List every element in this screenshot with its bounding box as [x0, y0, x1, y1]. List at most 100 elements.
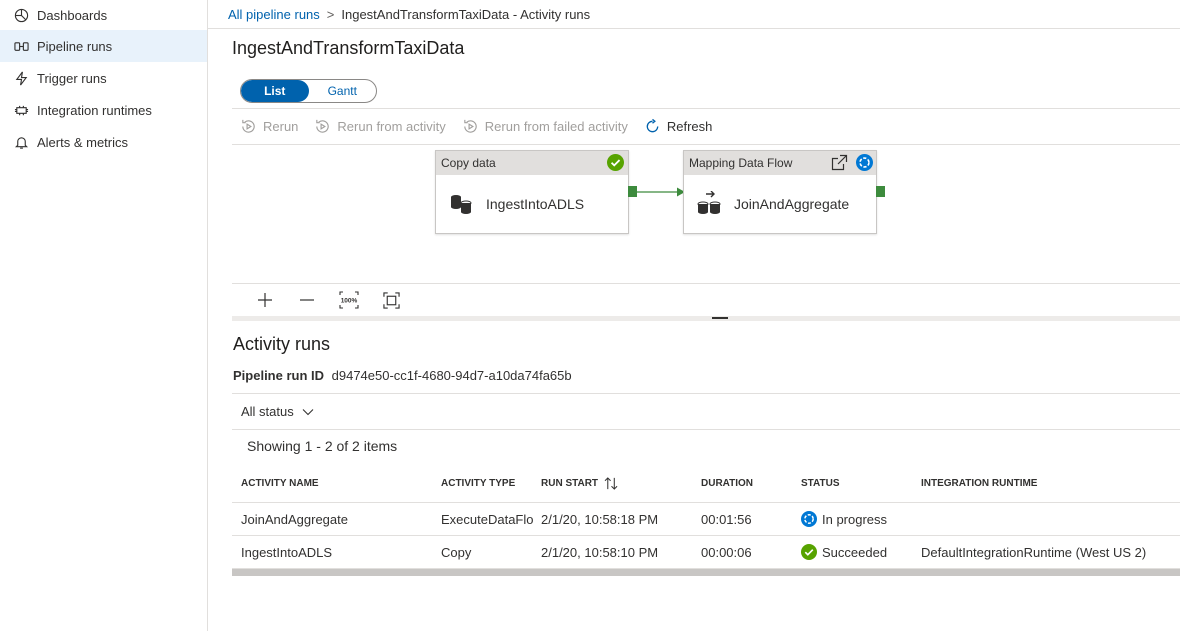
cell-activity-name[interactable]: JoinAndAggregate: [241, 512, 348, 527]
rerun-from-activity-label: Rerun from activity: [337, 119, 446, 134]
panel-splitter[interactable]: [232, 316, 1180, 321]
node-output-port[interactable]: [628, 186, 637, 197]
run-start-label: RUN START: [541, 477, 599, 489]
in-progress-icon: [856, 154, 873, 171]
column-header-integration-runtime[interactable]: INTEGRATION RUNTIME: [921, 478, 1037, 489]
plus-icon: [258, 293, 272, 307]
success-icon: [801, 544, 817, 560]
node-header: Copy data: [436, 151, 628, 175]
success-icon: [607, 154, 624, 171]
chevron-down-icon: [302, 408, 314, 415]
items-count: Showing 1 - 2 of 2 items: [247, 438, 398, 454]
rerun-button[interactable]: Rerun: [240, 118, 298, 135]
toolbar: Rerun Rerun from activity Rerun from fai…: [232, 108, 1180, 145]
node-type-label: Copy data: [441, 156, 496, 170]
sidebar-item-label: Alerts & metrics: [37, 134, 129, 150]
runtime-icon: [13, 102, 29, 118]
sidebar-item-pipeline-runs[interactable]: Pipeline runs: [0, 30, 207, 62]
status-filter-dropdown[interactable]: All status: [232, 393, 1180, 430]
node-header: Mapping Data Flow: [684, 151, 876, 175]
pipeline-icon: [13, 38, 29, 54]
pipeline-run-id: Pipeline run ID d9474e50-cc1f-4680-94d7-…: [233, 368, 572, 383]
column-header-status[interactable]: STATUS: [801, 478, 840, 489]
horizontal-scrollbar[interactable]: [232, 569, 1180, 576]
rerun-label: Rerun: [263, 119, 299, 134]
node-body: IngestIntoADLS: [436, 175, 628, 233]
activity-runs-title: Activity runs: [233, 334, 331, 354]
node-name: JoinAndAggregate: [734, 196, 850, 212]
cell-activity-name[interactable]: IngestIntoADLS: [241, 545, 332, 560]
sidebar-item-label: Trigger runs: [37, 70, 107, 86]
cell-activity-type: ExecuteDataFlow: [441, 511, 533, 527]
zoom-out-button[interactable]: [296, 289, 318, 311]
view-toggle: List Gantt: [240, 79, 377, 103]
dependency-connector: [637, 187, 685, 197]
column-header-run-start[interactable]: RUN START: [541, 476, 619, 490]
rerun-icon: [316, 119, 330, 133]
table-row[interactable]: IngestIntoADLS Copy 2/1/20, 10:58:10 PM …: [232, 536, 1180, 569]
table-row[interactable]: JoinAndAggregate ExecuteDataFlow 2/1/20,…: [232, 503, 1180, 536]
in-progress-icon: [801, 511, 817, 527]
column-header-activity-name[interactable]: ACTIVITY NAME: [241, 478, 319, 489]
open-external-icon[interactable]: [831, 154, 848, 171]
status-filter-label: All status: [241, 404, 294, 419]
activity-node-copy[interactable]: Copy data IngestIntoADLS: [435, 150, 629, 234]
sidebar: Dashboards Pipeline runs Trigger runs In…: [0, 0, 208, 631]
table-header: ACTIVITY NAME ACTIVITY TYPE RUN START DU…: [232, 464, 1180, 503]
zoom-100-button[interactable]: 100%: [338, 289, 360, 311]
dashboard-icon: [13, 7, 29, 23]
cell-duration: 00:01:56: [701, 511, 752, 527]
view-toggle-gantt[interactable]: Gantt: [309, 80, 377, 102]
column-header-duration[interactable]: DURATION: [701, 478, 753, 489]
sidebar-item-dashboards[interactable]: Dashboards: [0, 0, 207, 30]
breadcrumb-current: IngestAndTransformTaxiData - Activity ru…: [341, 6, 591, 22]
refresh-button[interactable]: Refresh: [644, 118, 713, 135]
main-content: All pipeline runs > IngestAndTransformTa…: [208, 0, 1180, 631]
rerun-from-failed-label: Rerun from failed activity: [484, 119, 628, 134]
node-output-port[interactable]: [876, 186, 885, 197]
cell-run-start: 2/1/20, 10:58:10 PM: [541, 544, 659, 560]
cell-status: In progress: [801, 511, 887, 527]
sidebar-item-integration-runtimes[interactable]: Integration runtimes: [0, 94, 207, 126]
refresh-label: Refresh: [666, 119, 713, 134]
data-flow-icon: [697, 191, 721, 214]
rerun-icon: [464, 119, 477, 133]
sort-icon: [604, 476, 618, 490]
page-title: IngestAndTransformTaxiData: [232, 38, 465, 58]
splitter-grip[interactable]: [712, 317, 728, 319]
zoom-in-button[interactable]: [254, 289, 276, 311]
zoom-100-icon: 100%: [339, 291, 359, 309]
rerun-from-activity-button[interactable]: Rerun from activity: [314, 118, 446, 135]
breadcrumb-separator: >: [326, 6, 335, 22]
sidebar-item-trigger-runs[interactable]: Trigger runs: [0, 62, 207, 94]
trigger-icon: [13, 70, 29, 86]
breadcrumb-all-pipeline-runs[interactable]: All pipeline runs: [228, 7, 320, 22]
bell-icon: [13, 134, 29, 150]
node-body: JoinAndAggregate: [684, 175, 876, 233]
fit-to-screen-button[interactable]: [380, 289, 402, 311]
pipeline-canvas: Copy data IngestIntoADLS Mapping Data Fl…: [232, 146, 1180, 283]
sidebar-item-label: Integration runtimes: [37, 102, 152, 118]
column-header-activity-type[interactable]: ACTIVITY TYPE: [441, 478, 533, 489]
cell-status: Succeeded: [801, 544, 887, 560]
sidebar-item-alerts-metrics[interactable]: Alerts & metrics: [0, 126, 207, 158]
cell-activity-type: Copy: [441, 544, 472, 560]
run-id-value: d9474e50-cc1f-4680-94d7-a10da74fa65b: [331, 368, 572, 383]
activity-node-dataflow[interactable]: Mapping Data Flow JoinAndAggregate: [683, 150, 877, 234]
copy-data-icon: [451, 195, 472, 214]
sidebar-item-label: Pipeline runs: [37, 38, 113, 54]
node-type-label: Mapping Data Flow: [689, 156, 793, 170]
refresh-icon: [646, 118, 659, 133]
status-text: Succeeded: [822, 544, 888, 560]
rerun-from-failed-button[interactable]: Rerun from failed activity: [462, 118, 628, 135]
node-name: IngestIntoADLS: [486, 196, 585, 212]
fit-screen-icon: [382, 291, 400, 309]
minus-icon: [300, 299, 314, 301]
run-id-label: Pipeline run ID: [233, 368, 325, 383]
breadcrumb: All pipeline runs > IngestAndTransformTa…: [208, 0, 1180, 29]
svg-text:100%: 100%: [341, 298, 358, 305]
canvas-zoom-toolbar: 100%: [232, 283, 1180, 316]
cell-run-start: 2/1/20, 10:58:18 PM: [541, 511, 659, 527]
rerun-icon: [242, 119, 255, 133]
view-toggle-list[interactable]: List: [241, 80, 309, 102]
